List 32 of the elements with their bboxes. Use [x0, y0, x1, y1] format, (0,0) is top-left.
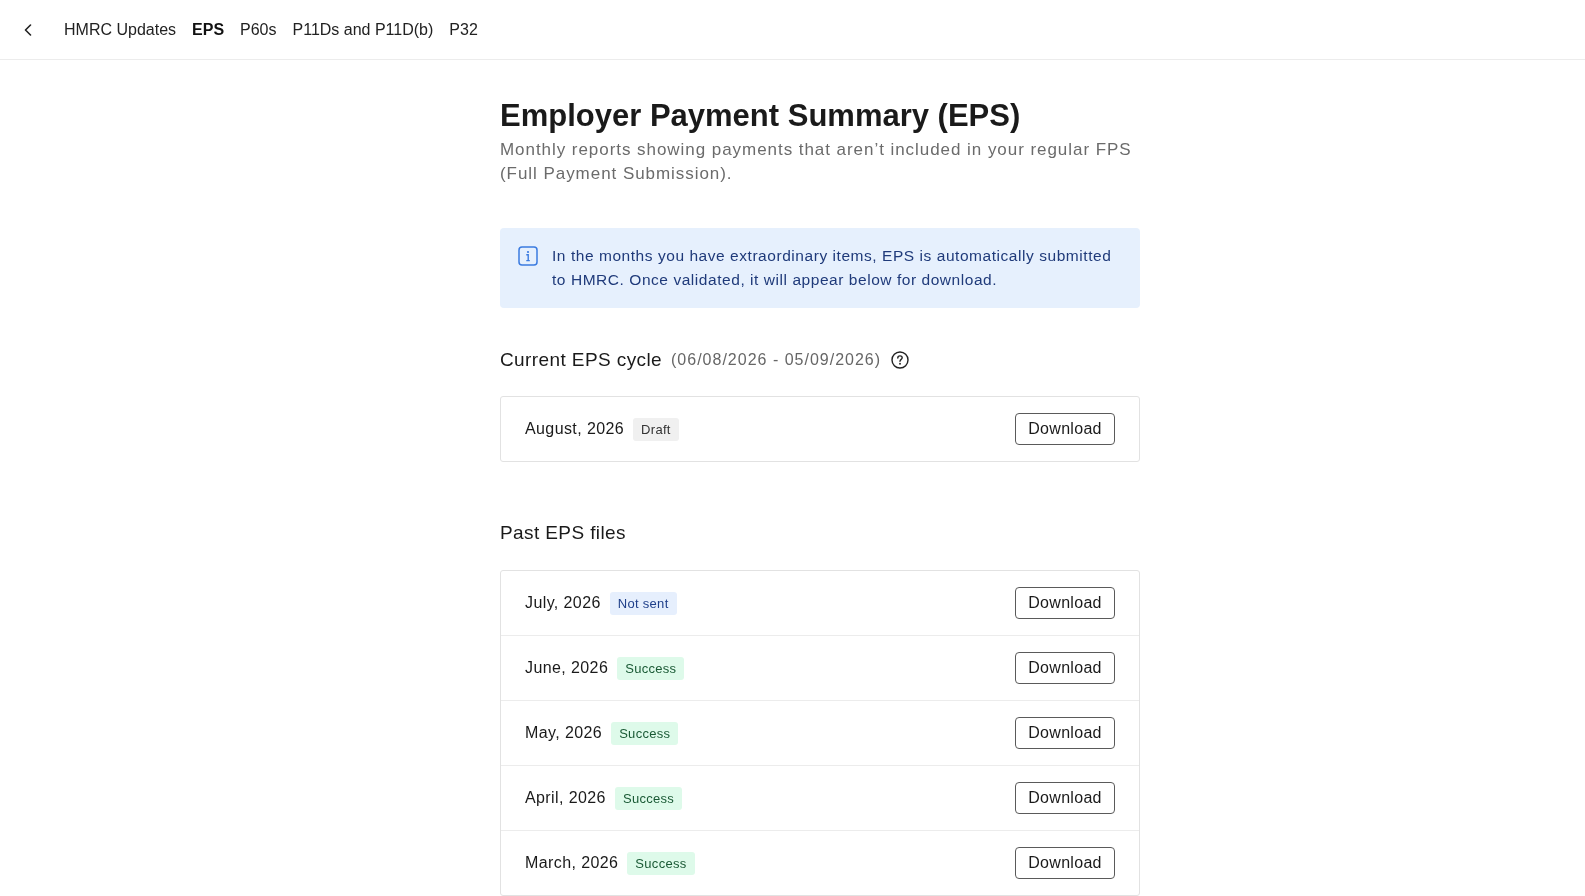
page-description: Monthly reports showing payments that aren’t included in your regular FPS (Full Payment Submission). — [500, 139, 1133, 185]
status-badge: Draft — [633, 417, 679, 441]
nav-tab[interactable]: EPS — [192, 20, 225, 39]
download-button[interactable]: Download — [1015, 652, 1115, 684]
help-icon[interactable] — [891, 351, 910, 369]
download-button[interactable]: Download — [1015, 782, 1115, 814]
download-button[interactable]: Download — [1015, 847, 1115, 879]
status-badge: Success — [617, 656, 685, 680]
cycle-period: (06/08/2026 - 05/09/2026) — [671, 351, 882, 369]
month-label: March, 2026 — [525, 854, 619, 872]
info-icon — [518, 246, 538, 266]
nav-tab[interactable]: HMRC Updates — [64, 20, 177, 39]
download-button[interactable]: Download — [1015, 413, 1115, 445]
status-badge: Not sent — [609, 591, 677, 615]
nav-tab[interactable]: P32 — [449, 20, 478, 39]
download-button[interactable]: Download — [1015, 587, 1115, 619]
nav-tab[interactable]: P60s — [240, 20, 277, 39]
month-label: April, 2026 — [525, 789, 606, 807]
page-title: Employer Payment Summary (EPS) — [500, 98, 1022, 134]
section-heading: Past EPS files — [500, 522, 626, 544]
month-label: May, 2026 — [525, 724, 603, 742]
nav-tab[interactable]: P11Ds and P11D(b) — [292, 20, 434, 39]
download-button[interactable]: Download — [1015, 717, 1115, 749]
month-label: June, 2026 — [525, 659, 609, 677]
section-heading: Current EPS cycle — [500, 349, 663, 371]
status-badge: Success — [611, 721, 679, 745]
month-label: July, 2026 — [525, 594, 601, 612]
info-message: In the months you have extraordinary items, EPS is automatically submitted to HMRC. Once validated, it will appear below for download. — [552, 246, 1113, 290]
status-badge: Success — [627, 851, 695, 875]
month-label: August, 2026 — [525, 420, 625, 438]
status-badge: Success — [614, 786, 683, 810]
back-chevron-icon[interactable] — [24, 23, 32, 36]
